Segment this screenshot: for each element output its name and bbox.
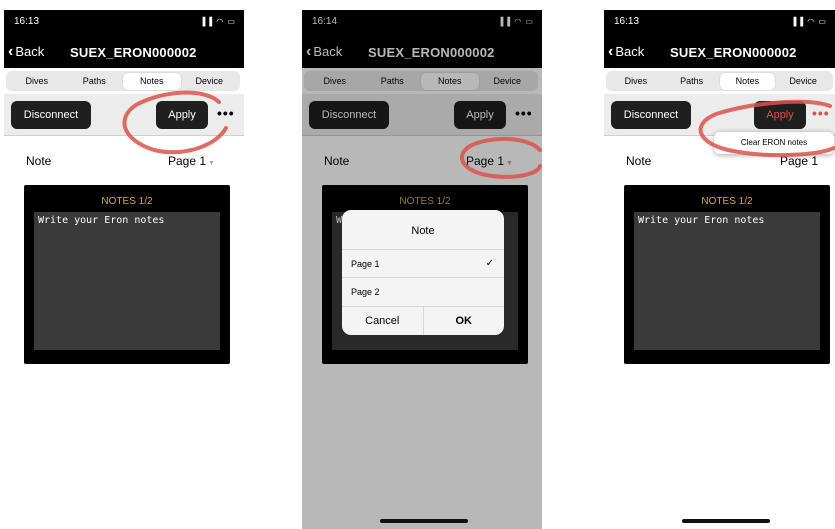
disconnect-button[interactable]: Disconnect: [11, 101, 91, 129]
phone-screen-3: 16:13 ▐▐ ◠ ▭ ‹ Back SUEX_ERON000002 Dive…: [604, 10, 835, 529]
option-label: Page 2: [351, 287, 380, 297]
dialog-buttons: Cancel OK: [342, 306, 504, 335]
notes-textarea[interactable]: Write your Eron notes: [634, 212, 820, 350]
action-row: Disconnect Apply •••: [604, 94, 835, 136]
page-picker-dialog: Note Page 1 ✓ Page 2 Cancel OK: [342, 210, 504, 335]
top-bar: 16:13 ▐▐ ◠ ▭ ‹ Back SUEX_ERON000002: [4, 10, 244, 68]
back-label: Back: [15, 44, 45, 59]
note-label: Note: [26, 154, 52, 168]
tab-dives[interactable]: Dives: [608, 73, 664, 90]
tab-paths[interactable]: Paths: [664, 73, 720, 90]
page-selector[interactable]: Page 1: [780, 154, 818, 168]
notes-text: Write your Eron notes: [638, 215, 765, 226]
page-selector[interactable]: Page 1 ▼: [168, 154, 215, 168]
apply-button[interactable]: Apply: [754, 101, 806, 129]
tab-device[interactable]: Device: [775, 73, 831, 90]
option-page-1[interactable]: Page 1 ✓: [342, 249, 504, 277]
option-label: Page 1: [351, 259, 380, 269]
menu-item-clear-notes[interactable]: Clear ERON notes: [714, 132, 834, 154]
tab-device[interactable]: Device: [181, 73, 239, 90]
notes-title: NOTES 1/2: [101, 196, 153, 207]
home-indicator: [380, 519, 468, 523]
top-bar: 16:13 ▐▐ ◠ ▭ ‹ Back SUEX_ERON000002: [604, 10, 835, 68]
more-options-icon[interactable]: •••: [812, 105, 830, 121]
page-value: Page 1: [168, 154, 207, 168]
tab-paths[interactable]: Paths: [66, 73, 124, 90]
device-title: SUEX_ERON000002: [670, 45, 797, 60]
status-time: 16:13: [14, 16, 40, 27]
back-button[interactable]: ‹ Back: [608, 42, 645, 60]
tab-notes[interactable]: Notes: [123, 72, 181, 90]
status-icons: ▐▐ ◠ ▭: [199, 17, 236, 26]
back-button[interactable]: ‹ Back: [8, 42, 45, 60]
notes-text: Write your Eron notes: [38, 215, 165, 226]
chevron-left-icon: ‹: [8, 42, 14, 60]
device-title: SUEX_ERON000002: [70, 45, 197, 60]
notes-panel: NOTES 1/2 Write your Eron notes: [24, 185, 230, 364]
segmented-tabs: Dives Paths Notes Device: [6, 71, 240, 91]
phone-screen-2: 16:14 ▐▐ ◠ ▭ ‹ Back SUEX_ERON000002 Dive…: [302, 10, 542, 529]
dialog-title: Note: [411, 225, 435, 237]
tab-dives[interactable]: Dives: [8, 73, 66, 90]
home-indicator: [682, 519, 770, 523]
checkmark-icon: ✓: [485, 258, 494, 269]
notes-panel: NOTES 1/2 Write your Eron notes: [624, 185, 830, 364]
more-options-icon[interactable]: •••: [217, 105, 235, 121]
option-page-2[interactable]: Page 2: [342, 277, 504, 305]
notes-title: NOTES 1/2: [701, 196, 753, 207]
apply-button[interactable]: Apply: [156, 101, 208, 129]
note-label: Note: [626, 154, 652, 168]
cancel-button[interactable]: Cancel: [342, 307, 423, 335]
status-time: 16:13: [614, 16, 640, 27]
disconnect-button[interactable]: Disconnect: [611, 101, 691, 129]
page-value: Page 1: [780, 154, 819, 168]
segmented-tabs: Dives Paths Notes Device: [606, 71, 833, 91]
screenshot-collage: 16:13 ▐▐ ◠ ▭ ‹ Back SUEX_ERON000002 Dive…: [0, 0, 835, 529]
tab-notes[interactable]: Notes: [719, 72, 776, 90]
dropdown-caret-icon: ▼: [208, 160, 215, 167]
notes-textarea[interactable]: Write your Eron notes: [34, 212, 220, 350]
chevron-left-icon: ‹: [608, 42, 614, 60]
status-icons: ▐▐ ◠ ▭: [790, 17, 827, 26]
ok-button[interactable]: OK: [422, 307, 505, 335]
phone-screen-1: 16:13 ▐▐ ◠ ▭ ‹ Back SUEX_ERON000002 Dive…: [4, 10, 244, 529]
back-label: Back: [615, 44, 645, 59]
action-row: Disconnect Apply •••: [4, 94, 244, 136]
